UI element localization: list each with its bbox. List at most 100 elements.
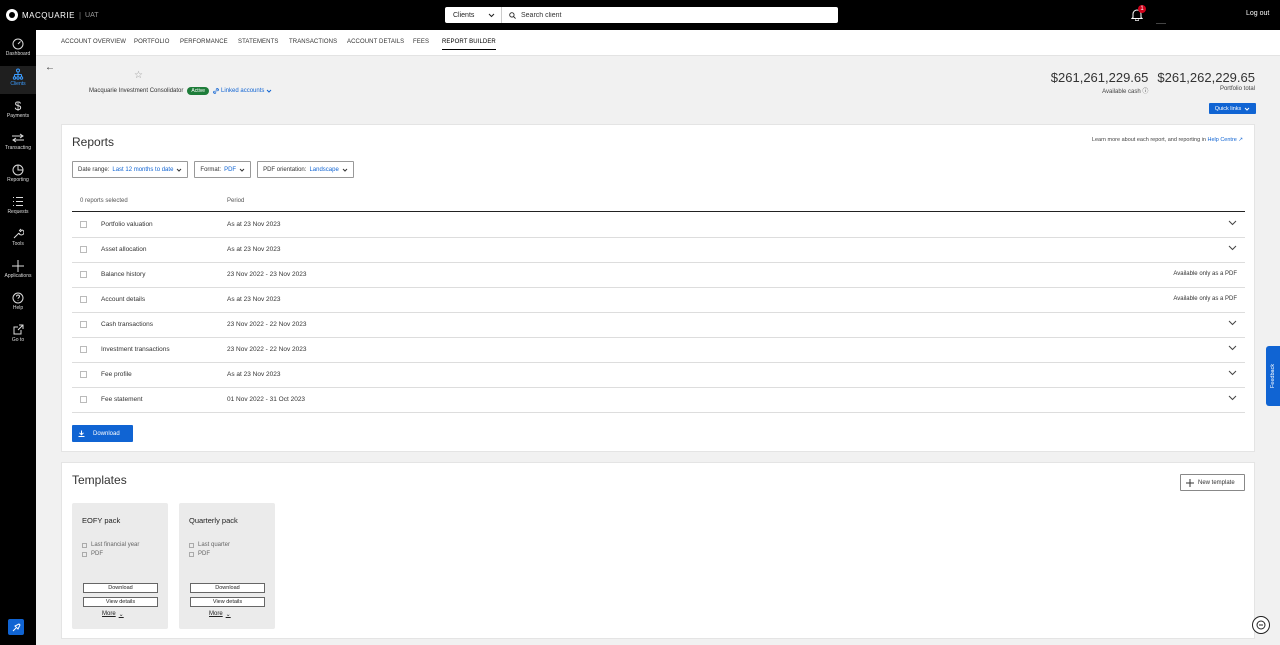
expand-chevron-icon[interactable] [1228,245,1237,253]
nav-payments[interactable]: $ Payments [0,98,36,126]
chevron-down-icon [488,13,495,17]
format-select[interactable]: Format: PDF [194,161,252,178]
nav-reporting[interactable]: Reporting [0,162,36,190]
portfolio-total-block: $261,262,229.65 Portfolio total [1157,70,1255,95]
pin-nav-button[interactable] [8,619,24,635]
report-checkbox[interactable] [80,371,87,378]
logout-button[interactable]: Log out [1246,10,1269,17]
expand-chevron-icon[interactable] [1228,345,1237,353]
nav-help[interactable]: Help [0,290,36,318]
template-view-details-button[interactable]: View details [83,597,158,607]
template-card-quarterly: Quarterly pack Last quarter PDF Download… [179,503,275,629]
expand-chevron-icon[interactable] [1228,320,1237,328]
download-button[interactable]: Download [72,425,133,442]
top-bar: MACQUARIE | UAT Clients 1 Log out [0,0,1280,30]
linked-accounts-link[interactable]: Linked accounts [213,88,272,94]
table-row: Fee profile As at 23 Nov 2023 [72,363,1245,388]
reports-table-header: 0 reports selected Period [72,191,1245,212]
pie-chart-icon [12,162,24,177]
template-format: PDF [189,551,210,557]
template-more-menu[interactable]: More ⌄ [209,611,231,618]
tab-performance[interactable]: PERFORMANCE [180,39,228,45]
date-range-select[interactable]: Date range: Last 12 months to date [72,161,189,178]
nav-label: Go to [11,337,25,343]
nav-transacting[interactable]: Transacting [0,130,36,158]
dollar-icon: $ [14,98,22,113]
chevron-down-icon [177,168,182,172]
nav-applications[interactable]: Applications [0,258,36,286]
account-name: Macquarie Investment Consolidator [89,88,184,94]
search-scope-select[interactable]: Clients [445,7,502,23]
linked-accounts-label: Linked accounts [221,88,265,94]
new-template-label: New template [1198,479,1235,486]
pdf-orientation-select[interactable]: PDF orientation: Landscape [257,161,354,178]
tab-account-overview[interactable]: ACCOUNT OVERVIEW [61,39,126,45]
tab-account-details[interactable]: ACCOUNT DETAILS [347,39,404,45]
tab-report-builder[interactable]: REPORT BUILDER [442,39,496,50]
nav-go-to[interactable]: Go to [0,322,36,350]
available-cash-block: $261,261,229.65 Available cash ⓘ [1051,70,1149,95]
tab-fees[interactable]: FEES [413,39,429,45]
tab-statements[interactable]: STATEMENTS [238,39,278,45]
info-icon[interactable]: ⓘ [1142,89,1148,95]
plus-icon [1186,478,1194,487]
chevron-down-icon [267,89,272,93]
report-checkbox[interactable] [80,296,87,303]
search-field[interactable] [502,7,838,23]
back-arrow-icon[interactable]: ← [45,62,55,73]
tab-transactions[interactable]: TRANSACTIONS [289,39,337,45]
new-template-button[interactable]: New template [1180,474,1245,491]
nav-label: Dashboard [5,51,31,57]
nav-dashboard[interactable]: Dashboard [0,36,36,64]
table-row: Fee statement 01 Nov 2022 - 31 Oct 2023 [72,388,1245,413]
brand-logo[interactable]: MACQUARIE | UAT [6,9,99,21]
report-checkbox[interactable] [80,271,87,278]
template-name: EOFY pack [82,516,121,525]
template-view-details-button[interactable]: View details [190,597,265,607]
nav-tools[interactable]: Tools [0,226,36,254]
chat-button[interactable] [1252,616,1270,634]
report-checkbox[interactable] [80,221,87,228]
download-icon [78,430,85,437]
template-more-menu[interactable]: More ⌄ [102,611,124,618]
client-search: Clients [445,7,838,23]
account-tabs: ACCOUNT OVERVIEW PORTFOLIO PERFORMANCE S… [36,30,1280,56]
tab-portfolio[interactable]: PORTFOLIO [134,39,169,45]
nav-label: Help [12,305,24,311]
calendar-icon [82,542,87,548]
file-icon [189,551,194,557]
table-row: Cash transactions 23 Nov 2022 - 22 Nov 2… [72,313,1245,338]
report-period: 23 Nov 2022 - 23 Nov 2023 [227,271,307,278]
link-icon [213,88,219,94]
expand-chevron-icon[interactable] [1228,395,1237,403]
template-download-button[interactable]: Download [190,583,265,593]
expand-chevron-icon[interactable] [1228,370,1237,378]
report-period: As at 23 Nov 2023 [227,371,281,378]
nav-label: Requests [7,209,29,215]
help-centre-link[interactable]: Help Centre ↗ [1208,137,1244,143]
report-name: Fee statement [101,396,143,403]
quick-links-button[interactable]: Quick links [1209,103,1256,114]
favourite-star-icon[interactable]: ☆ [134,70,143,81]
calendar-icon [189,542,194,548]
expand-chevron-icon[interactable] [1228,220,1237,228]
user-menu-indicator[interactable] [1156,23,1166,24]
help-icon [12,290,24,305]
template-download-button[interactable]: Download [83,583,158,593]
transfer-icon [11,130,25,145]
pdf-only-note: Available only as a PDF [1173,271,1237,277]
search-input[interactable] [521,11,821,19]
notifications-button[interactable]: 1 [1130,5,1146,22]
nav-clients[interactable]: Clients [0,66,36,94]
notification-count-badge: 1 [1138,5,1146,13]
report-name: Portfolio valuation [101,221,153,228]
nav-requests[interactable]: Requests [0,194,36,222]
chevron-down-icon [239,168,245,172]
feedback-tab[interactable]: Feedback [1266,346,1280,406]
report-checkbox[interactable] [80,246,87,253]
report-checkbox[interactable] [80,396,87,403]
report-checkbox[interactable] [80,321,87,328]
brand-name: MACQUARIE [22,10,75,20]
report-checkbox[interactable] [80,346,87,353]
chevron-down-icon: ⌄ [118,612,124,618]
